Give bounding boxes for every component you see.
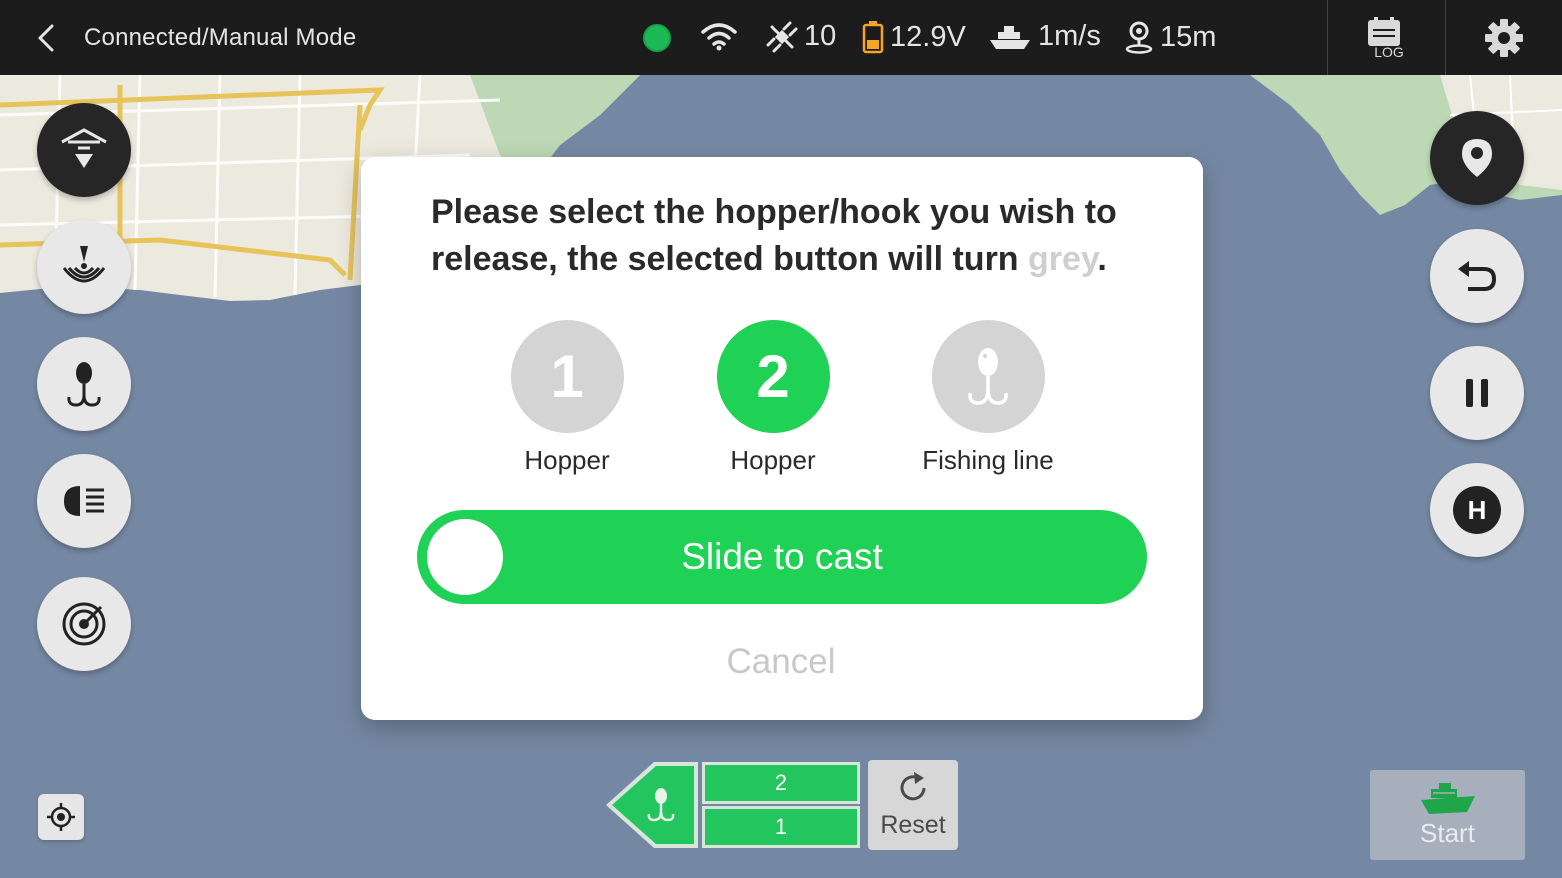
radar-icon — [62, 602, 106, 646]
slide-to-cast-slider[interactable]: Slide to cast — [417, 510, 1147, 604]
start-button[interactable]: Start — [1370, 770, 1525, 860]
satellite-icon — [766, 21, 798, 52]
gear-icon — [1485, 18, 1523, 57]
cast-line-button[interactable] — [604, 760, 700, 850]
headlight-button[interactable] — [37, 454, 131, 548]
distance-value: 15m — [1160, 20, 1217, 53]
locate-me-button[interactable] — [38, 794, 84, 840]
satellite-count: 10 — [804, 20, 837, 52]
distance-status: 15m — [1124, 20, 1216, 54]
hopper-1-label: Hopper — [524, 445, 610, 475]
start-label: Start — [1420, 817, 1475, 848]
cancel-button[interactable]: Cancel — [681, 639, 881, 685]
return-button[interactable] — [1430, 229, 1524, 323]
log-button[interactable]: LOG — [1328, 0, 1445, 75]
top-bar: Connected/Manual Mode 10 12.9V 1m/s 15m … — [0, 0, 1562, 75]
dialog-message-text: Please select the hopper/hook you wish t… — [431, 193, 1117, 278]
hopper-status-panel: 2 1 — [604, 760, 860, 850]
wifi-icon — [701, 23, 737, 51]
chevron-left-icon — [38, 24, 54, 52]
dialog-message: Please select the hopper/hook you wish t… — [431, 189, 1151, 283]
refresh-icon — [900, 771, 926, 800]
hopper-2-circle[interactable]: 2 — [716, 320, 830, 433]
home-icon: H — [1453, 486, 1501, 534]
home-button[interactable]: H — [1430, 463, 1524, 557]
hopper-2-label: Hopper — [730, 445, 816, 475]
battery-status: 12.9V — [862, 20, 966, 54]
radar-button[interactable] — [37, 577, 131, 671]
slide-to-cast-label: Slide to cast — [681, 536, 883, 577]
log-icon: LOG — [1367, 16, 1404, 60]
settings-button[interactable] — [1446, 0, 1562, 75]
hopper-1-circle[interactable]: 1 — [510, 320, 624, 433]
connection-status-dot — [643, 24, 671, 52]
fishing-hook-icon — [67, 362, 101, 407]
fishing-hook-button[interactable] — [37, 337, 131, 431]
dialog-message-grey-word: grey — [1028, 240, 1098, 278]
boat-icon — [990, 25, 1030, 49]
boat-icon — [1420, 782, 1475, 814]
hopper-2-option[interactable]: 2 Hopper — [693, 320, 853, 476]
hopper-drop-button[interactable] — [37, 103, 131, 197]
hopper-2-indicator[interactable]: 2 — [702, 762, 860, 804]
return-icon — [1458, 261, 1497, 291]
fishing-hook-icon — [968, 347, 1008, 405]
satellite-status: 10 — [766, 20, 836, 53]
pause-icon — [1466, 379, 1488, 407]
fishing-line-circle[interactable] — [931, 320, 1045, 433]
boat-speed: 1m/s — [1038, 20, 1101, 52]
reset-label: Reset — [880, 810, 946, 839]
dialog-message-end: . — [1097, 240, 1107, 278]
back-button[interactable] — [30, 20, 62, 56]
sonar-button[interactable] — [37, 220, 131, 314]
slider-handle[interactable] — [427, 519, 503, 595]
location-distance-icon — [1125, 21, 1153, 54]
fishing-line-option[interactable]: Fishing line — [908, 320, 1068, 476]
headlight-icon — [64, 486, 104, 516]
crosshair-icon — [47, 803, 75, 831]
map-pin-icon — [1462, 139, 1492, 177]
hopper-1-option[interactable]: 1 Hopper — [487, 320, 647, 476]
battery-icon — [862, 21, 884, 54]
waypoint-button[interactable] — [1430, 111, 1524, 205]
hopper-1-indicator[interactable]: 1 — [702, 806, 860, 848]
sonar-icon — [62, 246, 106, 283]
battery-voltage: 12.9V — [890, 20, 966, 53]
reset-button[interactable]: Reset — [868, 760, 958, 850]
connection-mode-title: Connected/Manual Mode — [84, 24, 357, 51]
speed-status: 1m/s — [988, 20, 1101, 53]
hopper-drop-icon — [61, 128, 107, 168]
release-dialog: Please select the hopper/hook you wish t… — [361, 157, 1203, 720]
log-label: LOG — [1374, 44, 1404, 60]
pause-button[interactable] — [1430, 346, 1524, 440]
fishing-line-label: Fishing line — [922, 445, 1054, 475]
